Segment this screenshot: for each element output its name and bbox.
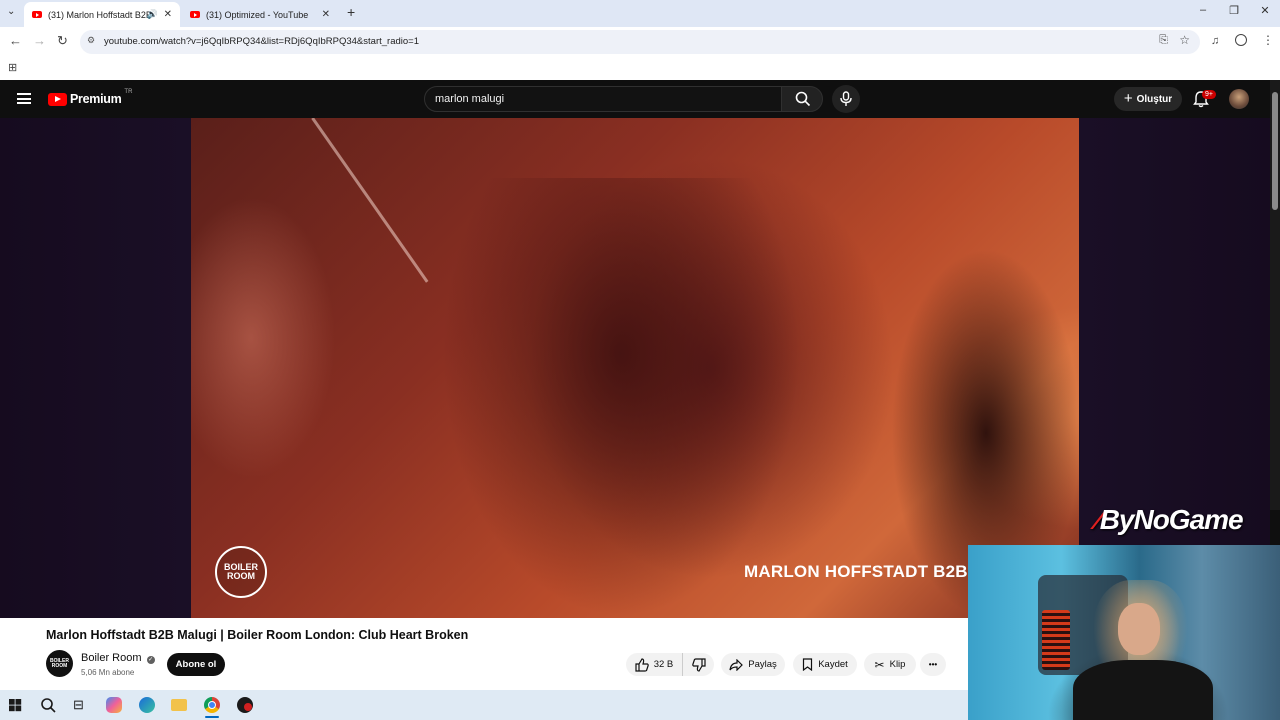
video-frame-figure [441,178,801,618]
search-button[interactable] [781,86,823,112]
save-label: Kaydet [818,659,848,670]
menu-icon[interactable] [17,93,31,104]
share-label: Paylaş [748,659,777,670]
create-label: Oluştur [1136,93,1173,105]
notification-badge: 9+ [1202,90,1216,99]
scissors-icon: ✂ [874,657,885,672]
webcam-feed [968,545,1280,720]
create-button[interactable]: + Oluştur [1114,87,1182,111]
maximize-button[interactable]: ❐ [1219,4,1249,17]
like-button[interactable]: 32 B [626,653,682,676]
apps-grid-icon[interactable]: ⊞ [8,61,17,74]
clip-label: Klip [889,659,906,670]
taskbar-active-indicator [205,716,219,718]
app-icon[interactable] [237,697,253,713]
share-icon [729,658,744,671]
webcam-brand-text: ByNoGame [1099,504,1244,535]
media-control-icon[interactable]: ♫ [1211,35,1219,47]
tab-active[interactable]: (31) Marlon Hoffstadt B2B 🔊 ✕ [24,2,180,27]
youtube-favicon-icon [32,11,42,18]
plus-icon: + [1123,90,1133,107]
subscriber-count: 5,06 Mn abone [81,668,135,677]
more-actions-button[interactable]: ••• [920,653,946,676]
back-icon[interactable]: ← [9,33,22,48]
tab-close-icon[interactable]: ✕ [164,9,172,20]
like-icon [635,657,649,672]
forward-icon[interactable]: → [33,33,46,48]
video-caption: MARLON HOFFSTADT B2B [744,562,968,581]
save-button[interactable]: Kaydet [793,653,857,676]
speaker-icon: 🔊 [146,9,158,19]
windows-icon[interactable] [9,699,22,712]
scrollbar-thumb[interactable] [1272,92,1278,210]
folder-icon[interactable] [171,699,187,711]
chrome-icon[interactable] [204,697,220,713]
browser-tab-strip: ⌄ (31) Marlon Hoffstadt B2B 🔊 ✕ (31) Opt… [0,0,1280,27]
boiler-room-watermark: BOILER ROOM [215,546,267,598]
video-frame-light [311,118,429,283]
new-tab-button[interactable]: + [347,4,355,20]
url-text[interactable]: youtube.com/watch?v=j6QqIbRPQ34&list=RDj… [104,36,419,47]
search-input[interactable]: marlon malugi [424,86,782,112]
dislike-button[interactable] [682,653,714,676]
bookmarks-bar: ⊞ [0,57,1280,80]
address-bar-row: ← → ↻ ⚙ youtube.com/watch?v=j6QqIbRPQ34&… [0,27,1280,57]
tab-inactive[interactable]: (31) Optimized - YouTube ✕ [182,2,338,27]
search-input-value[interactable]: marlon malugi [435,93,504,105]
tab-title: (31) Marlon Hoffstadt B2B [48,9,152,20]
taskbar-search-icon[interactable] [40,697,56,713]
webcam-lamp [1042,610,1070,670]
webcam-person-body [1073,660,1213,720]
channel-avatar[interactable]: BOILER ROOM [46,650,73,677]
subscribe-button[interactable]: Abone ol [167,653,225,676]
youtube-header: Premium TR marlon malugi + Oluştur 9+ [0,80,1270,118]
task-view-icon[interactable]: ⊟ [73,697,89,713]
copilot-icon[interactable] [106,697,122,713]
chrome-menu-icon[interactable]: ⋮ [1262,33,1274,47]
like-count: 32 B [653,659,674,670]
search-icon [795,91,811,107]
logo-region: TR [124,89,133,95]
edge-icon[interactable] [139,697,155,713]
omnibox[interactable]: ⚙ youtube.com/watch?v=j6QqIbRPQ34&list=R… [80,30,1200,54]
youtube-logo-icon [48,92,67,106]
webcam-person-face [1118,603,1160,655]
clip-button[interactable]: ✂ Klip [864,653,916,676]
bookmark-star-icon[interactable]: ☆ [1179,33,1190,47]
channel-name[interactable]: Boiler Room ✓ [81,652,155,664]
channel-name-text[interactable]: Boiler Room [81,652,142,664]
voice-search-button[interactable] [832,85,860,113]
tab-title: (31) Optimized - YouTube [206,9,309,20]
video-player[interactable] [191,118,1079,618]
video-title: Marlon Hoffstadt B2B Malugi | Boiler Roo… [46,628,469,642]
site-info-icon[interactable]: ⚙ [87,35,95,46]
dislike-icon [691,657,706,672]
reload-icon[interactable]: ↻ [57,33,68,49]
minimize-button[interactable]: – [1188,4,1218,16]
logo-text: Premium [70,92,122,106]
verified-icon: ✓ [146,656,155,664]
save-icon [803,658,813,671]
avatar[interactable] [1229,89,1249,109]
youtube-logo[interactable]: Premium TR [48,89,133,106]
tab-close-icon[interactable]: ✕ [322,9,330,20]
share-button[interactable]: Paylaş [721,653,785,676]
install-icon[interactable]: ⎘ [1159,34,1168,47]
webcam-brand-logo: ⁄ByNoGame [1096,504,1244,536]
profile-icon[interactable] [1235,34,1247,46]
close-window-button[interactable]: ✕ [1250,4,1280,17]
tab-search-chevron-icon[interactable]: ⌄ [7,6,15,17]
mic-icon [840,91,852,106]
youtube-favicon-icon [190,11,200,18]
